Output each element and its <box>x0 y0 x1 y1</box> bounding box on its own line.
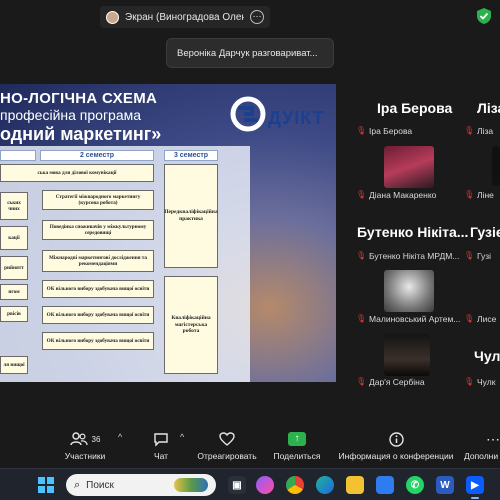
course-cell: ля вищої <box>0 356 28 374</box>
whatsapp-icon[interactable]: ✆ <box>406 476 424 494</box>
course-cell: ОК вільного вибору здобувача вищої освіт… <box>42 332 154 350</box>
participant-label[interactable]: 🎙 Бутенко Нікіта МРДМ... <box>356 249 459 262</box>
mic-muted-icon: 🎙 <box>464 376 475 386</box>
participant-label[interactable]: 🎙 Дар'я Сербіна <box>356 375 425 388</box>
top-bar: Экран (Виноградова Олена Волс ⋯ <box>0 0 500 34</box>
mic-muted-icon: 🎙 <box>464 250 475 260</box>
more-icon: ⋯ <box>486 430 500 447</box>
mic-muted-icon: 🎙 <box>464 313 475 323</box>
windows-start-icon[interactable] <box>38 477 54 493</box>
table-header-semester3: 3 семестр <box>164 150 218 161</box>
meeting-toolbar: 36 Участники ^ Чат ^ Отреагировать ↑ Под… <box>0 424 500 468</box>
course-cell: ОК вільного вибору здобувача вищої освіт… <box>42 306 154 324</box>
participant-video[interactable] <box>384 334 430 376</box>
mic-muted-icon: 🎙 <box>356 125 367 135</box>
participant-name: Іра Берова <box>377 100 453 116</box>
mic-muted-icon: 🎙 <box>356 250 367 260</box>
windows-taskbar: ⌕ Поиск ▣ ✆ W ▶ <box>0 468 500 500</box>
people-icon: 36 <box>69 431 101 447</box>
participant-label[interactable]: 🎙 Малиновський Артем... <box>356 312 460 325</box>
heart-icon <box>219 431 235 447</box>
active-app-indicator <box>471 497 479 499</box>
course-cell: кації <box>0 226 28 250</box>
more-button[interactable]: ⋯ Дополни <box>464 424 500 468</box>
course-cell: ська мова для ділової комунікації <box>0 164 154 182</box>
table-header-semester2: 2 семестр <box>40 150 154 161</box>
participant-label[interactable]: 🎙 Діана Макаренко <box>356 188 436 201</box>
participant-video[interactable] <box>384 270 434 312</box>
slide-title-line1: НО-ЛОГІЧНА СХЕМА <box>0 90 158 107</box>
mic-muted-icon: 🎙 <box>464 125 475 135</box>
participant-label[interactable]: 🎙 Лисе <box>464 312 496 325</box>
react-button[interactable]: Отреагировать <box>196 424 258 468</box>
zoom-meeting-window: Экран (Виноградова Олена Волс ⋯ Вероніка… <box>0 0 500 500</box>
file-explorer-icon[interactable] <box>346 476 364 494</box>
course-cell: ських чних <box>0 192 28 220</box>
course-cell: рийнятт <box>0 256 28 280</box>
share-screen-button[interactable]: ↑ Поделиться <box>272 424 322 468</box>
share-label: Поделиться <box>273 451 321 461</box>
participants-button[interactable]: 36 Участники <box>62 424 108 468</box>
participant-label[interactable]: 🎙 Іра Берова <box>356 124 412 137</box>
task-view-icon[interactable]: ▣ <box>228 476 246 494</box>
participants-count: 36 <box>91 434 101 444</box>
word-icon[interactable]: W <box>436 476 454 494</box>
mic-muted-icon: 🎙 <box>356 376 367 386</box>
participant-label[interactable]: 🎙 Гузі <box>464 249 491 262</box>
shared-screen-slide: НО-ЛОГІЧНА СХЕМА професійна програма одн… <box>0 84 336 382</box>
participant-name: Чулк <box>474 348 500 364</box>
shield-icon[interactable] <box>476 7 492 25</box>
speaking-notification: Вероніка Дарчук разговариват... <box>166 38 334 68</box>
participant-name: Гузіє <box>470 224 500 240</box>
app-icon[interactable] <box>376 476 394 494</box>
participant-label[interactable]: 🎙 Чулк <box>464 375 495 388</box>
participant-video[interactable] <box>492 146 500 186</box>
info-icon <box>388 431 404 447</box>
mic-muted-icon: 🎙 <box>356 189 367 199</box>
slide-title-line3: одний маркетинг» <box>0 124 162 144</box>
edge-icon[interactable] <box>316 476 334 494</box>
slide-title-line2: професійна програма <box>0 107 142 123</box>
taskbar-search-box[interactable]: ⌕ Поиск <box>66 474 216 496</box>
more-label: Дополни <box>464 451 499 461</box>
share-screen-icon: ↑ <box>288 432 306 446</box>
zoom-icon[interactable]: ▶ <box>466 476 484 494</box>
chat-button[interactable]: Чат <box>146 424 176 468</box>
mic-muted-icon: 🎙 <box>464 189 475 199</box>
course-cell: нгом <box>0 284 28 300</box>
participant-label[interactable]: 🎙 Ліне <box>464 188 494 201</box>
participants-label: Участники <box>64 451 106 461</box>
mic-muted-icon: 🎙 <box>356 313 367 323</box>
chat-icon <box>153 431 169 447</box>
course-cell-internship: Передкваліфікаційна практика <box>164 164 218 268</box>
chevron-up-icon[interactable]: ^ <box>118 432 122 442</box>
course-cell: Стратегії міжнародного маркетингу (курсо… <box>42 190 154 210</box>
duikt-logo-text: ДУІКТ <box>268 108 325 128</box>
search-highlight-image <box>174 478 208 492</box>
course-cell-thesis: Кваліфікаційна магістерська робота <box>164 276 218 374</box>
screen-share-title: Экран (Виноградова Олена Волс <box>125 11 244 23</box>
course-cell: ОК вільного вибору здобувача вищої освіт… <box>42 280 154 298</box>
search-label: Поиск <box>86 479 114 491</box>
chevron-up-icon[interactable]: ^ <box>180 432 184 442</box>
chat-label: Чат <box>153 451 169 461</box>
copilot-icon[interactable] <box>256 476 274 494</box>
participant-name: Ліза <box>477 100 500 116</box>
search-icon: ⌕ <box>74 478 81 491</box>
participant-name: Бутенко Нікіта... <box>357 224 469 240</box>
chrome-icon[interactable] <box>286 476 304 494</box>
meeting-info-button[interactable]: Информация о конференции <box>336 424 456 468</box>
course-cell: Міжнародні маркетингові дослідження та р… <box>42 250 154 272</box>
presenter-avatar <box>106 10 119 24</box>
table-header-col1 <box>0 150 36 161</box>
more-options-button[interactable]: ⋯ <box>250 10 264 24</box>
screen-share-indicator[interactable]: Экран (Виноградова Олена Волс ⋯ <box>100 6 270 28</box>
course-cell: рвісів <box>0 306 28 322</box>
duikt-logo-icon <box>230 96 266 132</box>
react-label: Отреагировать <box>197 451 257 461</box>
info-label: Информация о конференции <box>338 451 454 461</box>
participant-label[interactable]: 🎙 Ліза <box>464 124 493 137</box>
participant-video[interactable] <box>384 146 434 188</box>
course-cell: Поведінка споживачів у міжкультурному се… <box>42 220 154 240</box>
